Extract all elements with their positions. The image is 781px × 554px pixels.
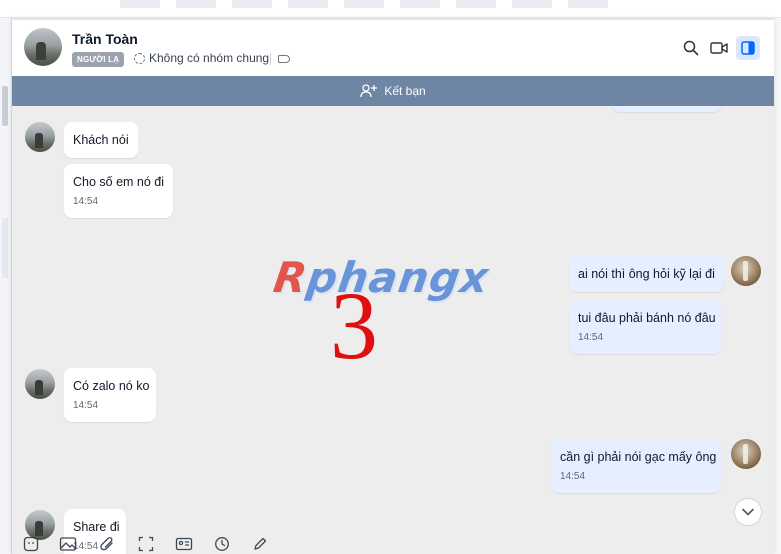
message-time: 14:54 (73, 400, 99, 411)
conversation-info-button[interactable] (736, 36, 760, 60)
group-icon (134, 52, 145, 64)
search-icon (683, 40, 699, 56)
message-time: 14:54 (73, 196, 99, 207)
message-bubble[interactable]: Khách nói (64, 122, 138, 158)
common-group-label: Không có nhóm chung (149, 51, 270, 65)
contact-avatar[interactable] (24, 28, 62, 66)
message-text: Có zalo nó ko (73, 379, 150, 393)
add-friend-label: Kết bạn (384, 84, 426, 98)
message-time: 14:54 (578, 332, 604, 343)
sender-avatar[interactable] (25, 369, 55, 399)
draw-button[interactable] (251, 536, 269, 552)
stranger-badge: NGƯỜI LẠ (72, 52, 125, 67)
message-time: 14:54 (560, 471, 586, 482)
background-left-sidebar (0, 18, 12, 554)
message-text: cần gì phải nói gạc mấy ông (560, 450, 717, 464)
clock-icon (215, 537, 229, 551)
background-window-strip (0, 0, 781, 18)
message-text: Share đi (73, 520, 120, 534)
contact-card-icon (175, 537, 193, 551)
contact-card-button[interactable] (175, 536, 193, 552)
header-divider (270, 53, 271, 65)
reminder-button[interactable] (213, 536, 231, 552)
scroll-to-bottom-button[interactable] (734, 498, 762, 526)
image-icon (59, 537, 77, 551)
message-bubble[interactable]: Cho số em nó đi 14:54 (64, 164, 174, 218)
attachment-icon (100, 537, 113, 551)
message-text: Khách nói (73, 133, 129, 147)
video-call-icon (710, 42, 728, 54)
my-avatar[interactable] (731, 439, 761, 469)
sender-avatar[interactable] (25, 122, 55, 152)
add-friend-bar[interactable]: Kết bạn (12, 76, 774, 106)
watermark-number: 3 (330, 272, 378, 379)
sticker-button[interactable] (22, 536, 40, 552)
screenshot-button[interactable] (137, 536, 155, 552)
sticker-icon (23, 536, 39, 552)
common-group-status[interactable]: Không có nhóm chung (134, 51, 269, 65)
screenshot-icon (138, 536, 154, 552)
chevron-down-icon (742, 508, 754, 516)
background-right-edge (773, 18, 781, 554)
message-bubble[interactable]: Có zalo nó ko 14:54 (64, 368, 156, 422)
message-text: Cho số em nó đi (73, 175, 165, 189)
watermark-logo: Rphangx (271, 253, 493, 302)
tag-icon[interactable] (278, 55, 290, 63)
my-avatar[interactable] (731, 256, 761, 286)
message-bubble-partial (612, 106, 722, 112)
search-button[interactable] (679, 36, 703, 60)
image-button[interactable] (59, 536, 77, 552)
message-text: ai nói thì ông hỏi kỹ lại đi (578, 267, 715, 281)
draw-icon (254, 537, 267, 550)
message-bubble[interactable]: cần gì phải nói gạc mấy ông 14:54 (551, 439, 721, 493)
attach-file-button[interactable] (98, 536, 116, 552)
contact-name[interactable]: Trần Toàn (72, 31, 138, 47)
message-text: tui đâu phải bánh nó đâu (578, 311, 716, 325)
chat-header: Trần Toàn NGƯỜI LẠ Không có nhóm chung (12, 20, 774, 76)
message-list[interactable]: Khách nói Cho số em nó đi 14:54 ai nói t… (12, 106, 774, 554)
video-call-button[interactable] (707, 36, 731, 60)
message-bubble[interactable]: tui đâu phải bánh nó đâu 14:54 (569, 300, 721, 354)
add-friend-icon (360, 84, 378, 98)
message-bubble[interactable]: ai nói thì ông hỏi kỹ lại đi (569, 256, 724, 292)
sidebar-panel-icon (741, 41, 755, 55)
chat-window: Trần Toàn NGƯỜI LẠ Không có nhóm chung K… (12, 20, 774, 554)
